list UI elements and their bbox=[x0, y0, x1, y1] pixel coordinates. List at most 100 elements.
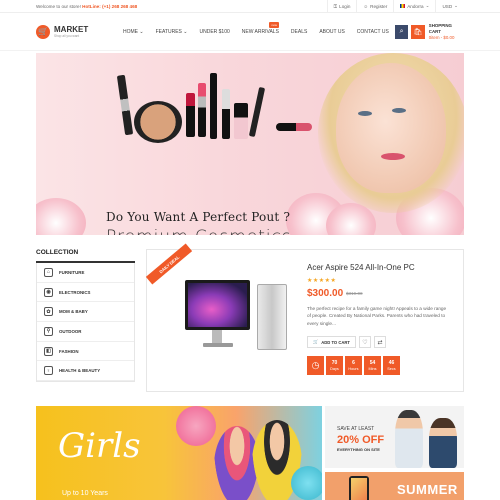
save-promo-banner[interactable]: SAVE AT LEAST 20% OFF EVERYTHING ON SITE bbox=[325, 406, 464, 468]
logo-name: MARKET bbox=[54, 24, 89, 34]
banner-headline: Do You Want A Perfect Pout ? bbox=[106, 210, 291, 224]
girls-promo-subtitle: Up to 10 Years bbox=[62, 490, 108, 497]
monitor-screen bbox=[188, 283, 247, 327]
nav-features[interactable]: FEATURES ⌄ bbox=[150, 29, 194, 35]
pc-tower-image bbox=[257, 284, 287, 350]
collection-item-mom-baby[interactable]: ✿ MOM & BABY bbox=[37, 302, 134, 323]
hotline-number: (+1) 268 268 468 bbox=[102, 3, 138, 9]
model-face bbox=[336, 63, 446, 193]
rating-stars: ★★★★★ bbox=[307, 278, 337, 284]
flower-decoration bbox=[36, 198, 86, 235]
search-button[interactable]: ⌕ bbox=[394, 24, 409, 39]
collection-sidebar: COLLECTION ⌂ FURNITURE ◉ ELECTRONICS ✿ MOM … bbox=[36, 249, 135, 383]
login-label: Login bbox=[339, 3, 351, 9]
product-actions: 🛒 ADD TO CART ♡ ⇄ bbox=[307, 336, 386, 348]
girls-promo-banner[interactable]: Girls Up to 10 Years bbox=[36, 406, 322, 500]
hotline-label: HotLine: bbox=[82, 3, 101, 9]
cart-icon: 🛒 bbox=[313, 339, 319, 344]
hero-banner[interactable]: Do You Want A Perfect Pout ? Premium Cos… bbox=[36, 53, 464, 235]
collection-title: COLLECTION bbox=[36, 249, 135, 263]
shopping-cart-button[interactable]: 🛍 bbox=[411, 24, 425, 39]
countdown-unit: Mins bbox=[368, 366, 377, 371]
flower-decoration bbox=[291, 466, 322, 500]
model-eye bbox=[358, 111, 372, 116]
nav-contact-us[interactable]: CONTACT US bbox=[351, 29, 395, 35]
countdown-unit: Days bbox=[330, 366, 339, 371]
monitor-image bbox=[185, 280, 250, 330]
nav-label: ABOUT US bbox=[319, 28, 345, 35]
brush-icon bbox=[248, 86, 266, 138]
welcome-text: Welcome to our store! bbox=[36, 3, 81, 9]
collection-item-label: HEALTH & BEAUTY bbox=[59, 368, 101, 374]
lipstick-icon bbox=[186, 93, 195, 137]
nav-new-arrivals[interactable]: new NEW ARRIVALS bbox=[236, 21, 285, 35]
collection-item-label: FASHION bbox=[59, 348, 79, 354]
countdown-days: 70 Days bbox=[326, 356, 343, 375]
nav-label: HOME bbox=[122, 28, 138, 35]
collection-item-outdoor[interactable]: ⚲ OUTDOOR bbox=[37, 322, 134, 342]
product-price: $300.00 bbox=[307, 288, 344, 299]
cart-icon: 🛍 bbox=[413, 28, 423, 36]
monitor-stand bbox=[212, 330, 222, 344]
user-icon: ☺ bbox=[363, 3, 369, 9]
add-to-cart-button[interactable]: 🛒 ADD TO CART bbox=[307, 336, 356, 348]
welcome-area: Welcome to our store! HotLine: (+1) 268 … bbox=[36, 4, 137, 9]
summer-sale-title: SUMMER SALE bbox=[397, 482, 458, 500]
save-label: SAVE AT LEAST bbox=[337, 426, 375, 432]
model-eye bbox=[392, 108, 406, 113]
product-image[interactable] bbox=[185, 280, 290, 360]
currency-select[interactable]: USD ⌄ bbox=[435, 0, 464, 12]
main-nav: HOME ⌄ FEATURES ⌄ UNDER $100 new NEW ARRI… bbox=[117, 21, 395, 35]
register-label: Register bbox=[370, 3, 388, 9]
countdown-mins: 54 Mins bbox=[364, 356, 381, 375]
collection-item-health-beauty[interactable]: ♀ HEALTH & BEAUTY bbox=[37, 361, 134, 382]
chevron-down-icon: ⌄ bbox=[454, 3, 458, 8]
logo-tagline: Shop all you want bbox=[54, 33, 80, 38]
heart-icon: ♡ bbox=[362, 339, 368, 346]
collection-item-electronics[interactable]: ◉ ELECTRONICS bbox=[37, 283, 134, 303]
collection-item-furniture[interactable]: ⌂ FURNITURE bbox=[37, 263, 134, 283]
language-label: Andorra bbox=[407, 3, 424, 9]
nav-label: FEATURES bbox=[155, 28, 182, 35]
product-title[interactable]: Acer Aspire 524 All-In-One PC bbox=[307, 263, 415, 272]
nav-label: CONTACT US bbox=[356, 28, 389, 35]
language-select[interactable]: Andorra ⌄ bbox=[393, 0, 435, 12]
nail-polish-icon bbox=[234, 103, 248, 139]
login-link[interactable]: ⚿ Login bbox=[326, 0, 357, 12]
chevron-down-icon: ⌄ bbox=[425, 3, 430, 8]
cart-summary[interactable]: SHOPPING CART 0item - $0.00 bbox=[429, 23, 464, 41]
save-scope: EVERYTHING ON SITE bbox=[337, 447, 380, 452]
compare-icon: ⇄ bbox=[377, 339, 383, 346]
brush-icon bbox=[116, 74, 134, 136]
clock-icon: ◷ bbox=[307, 356, 324, 375]
search-icon: ⌕ bbox=[399, 27, 404, 35]
nav-label: DEALS bbox=[290, 28, 308, 35]
collection-item-label: MOM & BABY bbox=[59, 309, 88, 315]
flower-decoration bbox=[176, 406, 216, 446]
collection-list: ⌂ FURNITURE ◉ ELECTRONICS ✿ MOM & BABY ⚲ OUT… bbox=[36, 263, 135, 383]
girls-promo-title: Girls bbox=[58, 426, 141, 466]
nav-home[interactable]: HOME ⌄ bbox=[117, 29, 150, 35]
nav-deals[interactable]: DEALS bbox=[285, 29, 313, 35]
bag-icon: ◧ bbox=[44, 346, 53, 356]
compare-button[interactable]: ⇄ bbox=[374, 336, 386, 348]
wishlist-button[interactable]: ♡ bbox=[359, 336, 371, 348]
beauty-icon: ♀ bbox=[44, 366, 53, 376]
nav-label: NEW ARRIVALS bbox=[241, 28, 279, 35]
nav-about-us[interactable]: ABOUT US bbox=[313, 29, 350, 35]
register-link[interactable]: ☺ Register bbox=[356, 0, 393, 12]
nav-under-100[interactable]: UNDER $100 bbox=[193, 29, 235, 35]
account-links: ⚿ Login ☺ Register Andorra ⌄ USD ⌄ bbox=[326, 0, 464, 12]
collection-item-fashion[interactable]: ◧ FASHION bbox=[37, 342, 134, 362]
logo[interactable]: 🛒 MARKET Shop all you want bbox=[36, 24, 113, 39]
countdown-unit: Hours bbox=[348, 366, 359, 371]
model-lips bbox=[381, 153, 405, 160]
add-to-cart-label: ADD TO CART bbox=[321, 339, 350, 345]
stroller-icon: ✿ bbox=[44, 307, 53, 317]
daily-deal-card: DAILY DEAL Acer Aspire 524 All-In-One PC… bbox=[145, 243, 464, 392]
summer-sale-banner[interactable]: SUMMER SALE bbox=[325, 472, 464, 500]
phone-image bbox=[349, 476, 369, 500]
countdown-hours: 6 Hours bbox=[345, 356, 362, 375]
save-percent: 20% OFF bbox=[337, 434, 385, 446]
currency-label: USD bbox=[442, 3, 453, 9]
